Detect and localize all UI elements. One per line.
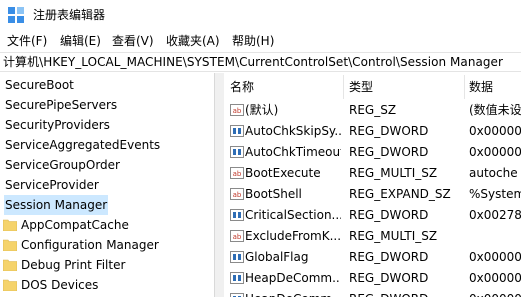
value-row[interactable]: ab (默认) REG_SZ (数值未设 [226,100,521,121]
tree-item-label: AppCompatCache [21,218,129,232]
value-name: CriticalSection... [245,208,341,222]
list-header: 名称 类型 数据 [226,73,521,101]
value-type: REG_DWORD [349,208,429,222]
value-data: 0x00000 [469,289,521,297]
binary-value-icon [230,272,244,284]
value-data: 0x00278 [469,208,521,222]
address-bar[interactable]: 计算机\HKEY_LOCAL_MACHINE\SYSTEM\CurrentCon… [0,52,521,72]
binary-value-icon [230,251,244,263]
value-name: ExcludeFromK... [245,229,341,243]
tree-scrollbar[interactable] [215,73,224,297]
tree-item-label: DOS Devices [21,278,99,292]
window-title: 注册表编辑器 [33,8,106,22]
value-row[interactable]: HeapDeComm... REG_DWORD 0x00000 [226,268,521,289]
tree-item-label: SecurityProviders [5,118,110,132]
value-type: REG_MULTI_SZ [349,229,438,243]
value-data: 0x00000 [469,271,521,285]
value-row[interactable]: ab BootExecute REG_MULTI_SZ autoche [226,163,521,184]
value-row[interactable]: HeapDeComm... REG_DWORD 0x00000 [226,289,521,297]
value-data: (数值未设 [469,103,521,117]
value-data: autoche [469,166,518,180]
binary-value-icon [230,209,244,221]
value-type: REG_DWORD [349,250,429,264]
value-row[interactable]: CriticalSection... REG_DWORD 0x00278 [226,205,521,226]
menu-view[interactable]: 查看(V) [111,33,155,49]
column-header-data[interactable]: 数据 [469,80,493,94]
value-type: REG_DWORD [349,145,429,159]
value-data: 0x00000 [469,145,521,159]
title-bar: 注册表编辑器 [0,0,521,30]
string-value-icon: ab [230,104,244,116]
menu-help[interactable]: 帮助(H) [231,33,275,49]
folder-icon [3,259,17,271]
value-name: AutoChkTimeout [245,145,341,159]
value-type: REG_MULTI_SZ [349,166,438,180]
value-name: HeapDeComm... [245,271,341,285]
menu-bar: 文件(F) 编辑(E) 查看(V) 收藏夹(A) 帮助(H) [0,30,521,52]
value-type: REG_SZ [349,103,397,117]
values-list[interactable]: 名称 类型 数据 ab (默认) REG_SZ (数值未设 AutoChkSki… [226,73,521,297]
value-data: 0x00000 [469,250,521,264]
value-name: (默认) [245,103,279,117]
key-tree[interactable]: SecureBoot SecurePipeServers SecurityPro… [0,73,214,297]
tree-item-label: SecureBoot [5,78,74,92]
value-row[interactable]: AutoChkTimeout REG_DWORD 0x00000 [226,142,521,163]
value-row[interactable]: ab ExcludeFromK... REG_MULTI_SZ [226,226,521,247]
value-row[interactable]: AutoChkSkipSy... REG_DWORD 0x00000 [226,121,521,142]
value-type: REG_DWORD [349,271,429,285]
tree-item-label: Debug Print Filter [21,258,126,272]
tree-item-label: ServiceGroupOrder [5,158,120,172]
address-path[interactable]: 计算机\HKEY_LOCAL_MACHINE\SYSTEM\CurrentCon… [3,55,503,70]
value-name: GlobalFlag [245,250,309,264]
column-header-type[interactable]: 类型 [349,80,373,94]
tree-item-label: ServiceProvider [5,178,99,192]
svg-text:ab: ab [233,191,242,199]
tree-item-label: ServiceAggregatedEvents [5,138,161,152]
folder-icon [3,239,17,251]
regedit-app-icon [8,7,24,23]
svg-text:ab: ab [233,233,242,241]
tree-item-label: Configuration Manager [21,238,159,252]
value-name: BootShell [245,187,302,201]
value-type: REG_EXPAND_SZ [349,187,451,201]
tree-item-label: Session Manager [4,195,109,215]
menu-file[interactable]: 文件(F) [6,33,48,49]
string-value-icon: ab [230,167,244,179]
binary-value-icon [230,146,244,158]
string-value-icon: ab [230,230,244,242]
string-value-icon: ab [230,188,244,200]
value-data: 0x00000 [469,124,521,138]
value-type: REG_DWORD [349,124,429,138]
binary-value-icon [230,125,244,137]
folder-icon [3,279,17,291]
column-separator[interactable] [464,75,465,99]
svg-text:ab: ab [233,170,242,178]
value-name: AutoChkSkipSy... [245,124,341,138]
binary-value-icon [230,293,244,297]
svg-text:ab: ab [233,107,242,115]
value-name: BootExecute [245,166,321,180]
value-name: HeapDeComm... [245,289,341,297]
column-separator[interactable] [343,75,344,99]
folder-icon [3,219,17,231]
column-header-name[interactable]: 名称 [230,80,254,94]
tree-item-label: SecurePipeServers [5,98,118,112]
value-type: REG_DWORD [349,289,464,297]
value-data: %System [469,187,521,201]
menu-favorites[interactable]: 收藏夹(A) [165,33,221,49]
menu-edit[interactable]: 编辑(E) [59,33,102,49]
value-row[interactable]: ab BootShell REG_EXPAND_SZ %System [226,184,521,205]
value-row[interactable]: GlobalFlag REG_DWORD 0x00000 [226,247,521,268]
